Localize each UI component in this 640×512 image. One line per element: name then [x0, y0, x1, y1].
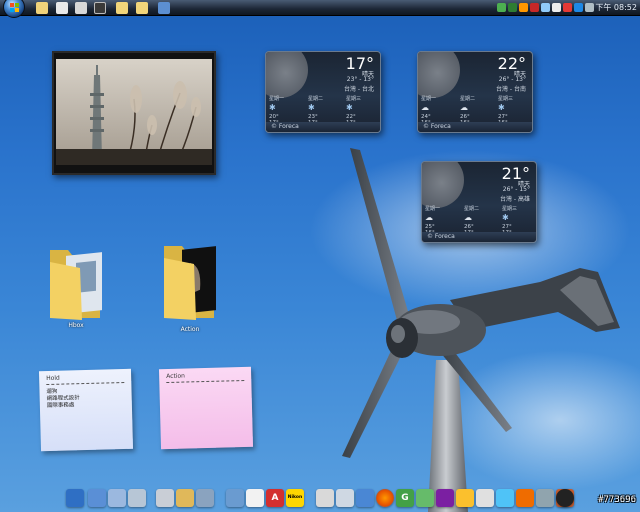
calculator-icon[interactable] [336, 489, 354, 507]
cloud-icon: ☁ [464, 213, 472, 222]
slideshow-gadget[interactable] [52, 51, 216, 175]
folder-label: Hbox [68, 322, 84, 329]
globe-icon[interactable] [226, 489, 244, 507]
star-icon[interactable] [456, 489, 474, 507]
dock-bar: A Nikon G [60, 487, 580, 511]
folder-icon[interactable] [56, 2, 68, 14]
folder-label: Action [180, 326, 200, 333]
note-title: Action [166, 372, 186, 381]
monitor-icon[interactable] [585, 3, 594, 12]
snow-icon: ✱ [269, 103, 276, 112]
media-icon[interactable] [75, 2, 87, 14]
nikon-label: Nikon [287, 495, 303, 500]
show-desktop-icon[interactable] [36, 2, 48, 14]
folder-icon[interactable] [496, 489, 514, 507]
adobe-icon[interactable]: A [266, 489, 284, 507]
network-icon[interactable] [497, 3, 506, 12]
download-icon[interactable] [536, 489, 554, 507]
snow-icon: ✱ [498, 103, 505, 112]
note-divider [166, 379, 245, 384]
folder-icon [164, 246, 216, 320]
recycle-bin-icon[interactable] [128, 489, 146, 507]
explorer-icon[interactable] [108, 489, 126, 507]
foreca-brand[interactable]: © Foreca [418, 122, 532, 132]
cloud-icon: ☁ [421, 103, 429, 112]
forecast-day-name: 星期一 [425, 206, 441, 212]
sticky-note-action[interactable]: Action [158, 366, 254, 450]
volume-icon[interactable] [508, 3, 517, 12]
note-body[interactable]: 遛狗 網路程式設計 國際事務處 [46, 388, 80, 410]
moon-icon [422, 162, 464, 208]
folder-hbox[interactable]: Hbox [46, 244, 106, 334]
city-name: 台灣 - 高雄 [500, 196, 530, 203]
chat-icon[interactable] [519, 3, 528, 12]
city-name: 台灣 - 台北 [344, 86, 374, 93]
forecast-day-name: 星期三 [498, 96, 514, 102]
update-icon[interactable] [541, 3, 550, 12]
slideshow-image [56, 59, 212, 165]
lightning-icon[interactable] [516, 489, 534, 507]
pinwheel-icon[interactable] [556, 489, 574, 507]
g-label: G [401, 493, 409, 503]
clock-icon[interactable] [246, 489, 264, 507]
start-button[interactable] [3, 0, 25, 18]
note-title: Hold [46, 374, 60, 383]
adobe-label: A [271, 493, 279, 503]
forecast-day-name: 星期三 [502, 206, 518, 212]
puzzle-icon[interactable] [476, 489, 494, 507]
folder-icon [50, 250, 102, 320]
note-line: 國際事務處 [46, 402, 75, 410]
green-app-icon[interactable] [416, 489, 434, 507]
cloud-icon: ☁ [460, 103, 468, 112]
nikon-icon[interactable]: Nikon [286, 489, 304, 507]
firefox-icon[interactable] [376, 489, 394, 507]
app-icon[interactable] [158, 2, 170, 14]
chrome-icon[interactable]: G [396, 489, 414, 507]
temp-range: 23° - 13° [346, 76, 374, 83]
clock[interactable]: 下午 08:52 [595, 2, 637, 13]
power-icon[interactable] [574, 3, 583, 12]
moon-icon [418, 52, 460, 98]
watermark-id: #773696 [598, 495, 636, 505]
forecast-day-name: 星期一 [421, 96, 437, 102]
hd-icon[interactable] [94, 2, 106, 14]
folder-icon[interactable] [136, 2, 148, 14]
blank-icon[interactable] [316, 489, 334, 507]
forecast-day-name: 星期一 [269, 96, 285, 102]
forecast-day-name: 星期三 [346, 96, 362, 102]
network-icon[interactable] [88, 489, 106, 507]
temp-range: 26° - 15° [502, 186, 530, 193]
folder-icon[interactable] [176, 489, 194, 507]
snow-icon: ✱ [308, 103, 315, 112]
weather-gadget-kaohsiung[interactable]: 21° 晴天 26° - 15° 台灣 - 高雄 星期一 ☁ 25° 16° 星… [421, 161, 537, 243]
media-icon[interactable] [156, 489, 174, 507]
temp-range: 26° - 13° [498, 76, 526, 83]
city-name: 台灣 - 台南 [496, 86, 526, 93]
sticky-note-hold[interactable]: Hold 遛狗 網路程式設計 國際事務處 [38, 368, 134, 452]
dvd-icon[interactable] [116, 2, 128, 14]
sound-icon[interactable] [563, 3, 572, 12]
forecast-day-name: 星期二 [464, 206, 480, 212]
yahoo-icon[interactable] [436, 489, 454, 507]
shield-icon[interactable] [530, 3, 539, 12]
snow-icon: ✱ [346, 103, 353, 112]
folder-action[interactable]: Action [160, 240, 220, 333]
foreca-brand[interactable]: © Foreca [266, 122, 380, 132]
windows-logo-icon [10, 3, 19, 12]
taskbar: 下午 08:52 [0, 0, 640, 18]
tools-icon[interactable] [196, 489, 214, 507]
forecast-day-name: 星期二 [460, 96, 476, 102]
moon-icon [266, 52, 308, 98]
weather-gadget-taipei[interactable]: 17° 晴天 23° - 13° 台灣 - 台北 星期一 ✱ 20° 17° 星… [265, 51, 381, 133]
flag-icon[interactable] [552, 3, 561, 12]
foreca-brand[interactable]: © Foreca [422, 232, 536, 242]
forecast-day-name: 星期二 [308, 96, 324, 102]
snow-icon: ✱ [502, 213, 509, 222]
cloud-icon: ☁ [425, 213, 433, 222]
note-divider [46, 381, 125, 386]
monitor-icon[interactable] [66, 489, 84, 507]
weather-gadget-tainan[interactable]: 22° 晴天 26° - 13° 台灣 - 台南 星期一 ☁ 24° 16° 星… [417, 51, 533, 133]
mail-icon[interactable] [356, 489, 374, 507]
